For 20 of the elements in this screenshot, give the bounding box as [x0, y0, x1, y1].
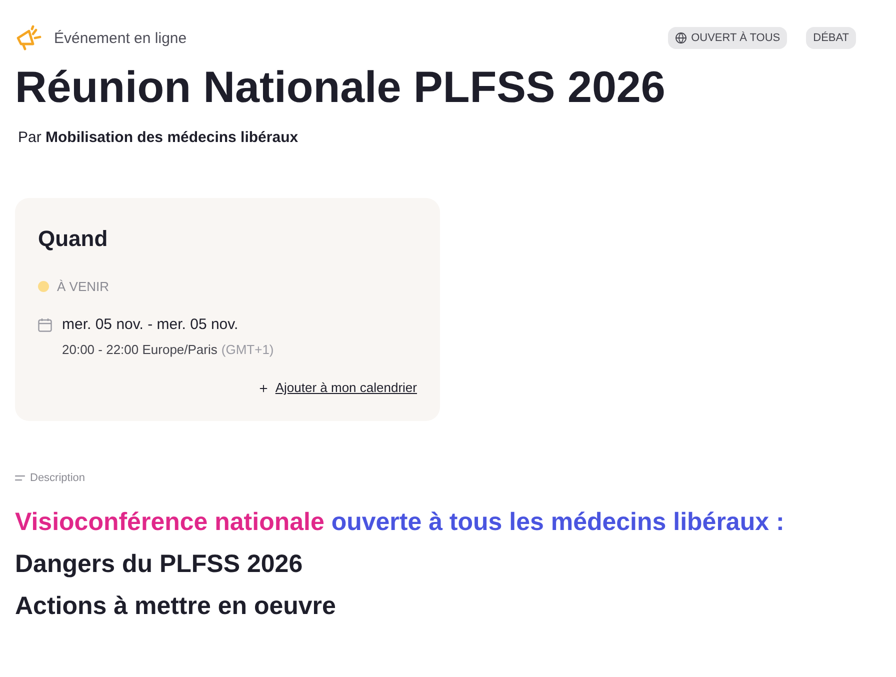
plus-icon	[258, 382, 270, 394]
organizer-line: Par Mobilisation des médecins libéraux	[18, 128, 300, 148]
category-badge: DÉBAT	[806, 27, 856, 49]
description-line: Visioconférence nationale ouverte à tous les médecins libéraux :	[15, 507, 786, 538]
megaphone-icon	[15, 25, 43, 51]
description-label: Description	[30, 472, 86, 484]
description-line: Dangers du PLFSS 2026	[15, 549, 304, 580]
add-to-calendar-link[interactable]: Ajouter à mon calendrier	[258, 379, 417, 397]
card-heading: Quand	[38, 225, 109, 253]
access-badge: OUVERT À TOUS	[668, 27, 788, 49]
text-lines-icon	[15, 475, 25, 481]
date-range: mer. 05 nov. - mer. 05 nov.	[62, 315, 240, 335]
event-type-label: Événement en ligne	[54, 30, 187, 46]
calendar-icon	[38, 318, 52, 332]
status-label: À VENIR	[57, 278, 110, 294]
event-title: Réunion Nationale PLFSS 2026	[15, 64, 666, 112]
time-range: 20:00 - 22:00 Europe/Paris	[62, 341, 218, 359]
globe-icon	[675, 32, 688, 44]
description-line: Actions à mettre en oeuvre	[15, 591, 337, 622]
timezone-offset: (GMT+1)	[221, 341, 274, 359]
